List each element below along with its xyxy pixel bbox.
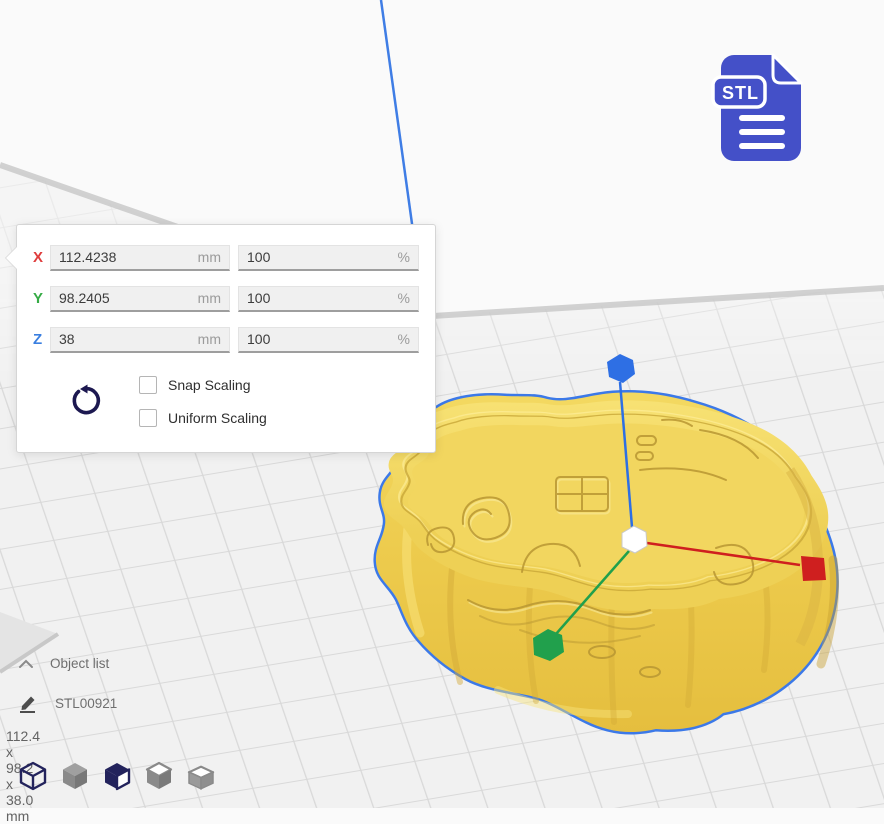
view-icon-wireframe-cube[interactable] [16, 760, 49, 794]
object-list-title: Object list [50, 656, 109, 671]
z-percent-unit: % [398, 331, 410, 347]
chevron-up-icon [18, 658, 34, 670]
z-percent-input[interactable]: 100 % [238, 327, 419, 353]
z-percent-value: 100 [247, 331, 270, 347]
panel-bottom-row: Snap Scaling Uniform Scaling [69, 376, 435, 427]
doc-line-3 [739, 143, 785, 149]
view-icon-solid-cube[interactable] [58, 760, 91, 794]
reset-arrow-icon [69, 384, 103, 418]
x-size-unit: mm [198, 249, 221, 265]
x-percent-input[interactable]: 100 % [238, 245, 419, 271]
x-axis-label: X [33, 249, 50, 266]
y-percent-unit: % [398, 290, 410, 306]
pencil-edit-icon [18, 694, 38, 713]
view-icon-open-top-cube[interactable] [142, 760, 175, 794]
panel-notch [6, 247, 17, 269]
x-axis-row: X 112.4238 mm 100 % [33, 245, 435, 270]
z-size-unit: mm [198, 331, 221, 347]
y-size-input[interactable]: 98.2405 mm [50, 286, 230, 312]
y-size-unit: mm [198, 290, 221, 306]
stl-file-badge: STL [711, 53, 803, 170]
x-size-input[interactable]: 112.4238 mm [50, 245, 230, 271]
z-size-value: 38 [59, 331, 75, 347]
object-name: STL00921 [55, 696, 117, 711]
uniform-scaling-checkbox[interactable]: Uniform Scaling [139, 409, 267, 427]
snap-scaling-label: Snap Scaling [168, 377, 251, 393]
x-size-value: 112.4238 [59, 249, 116, 265]
snap-scaling-checkbox[interactable]: Snap Scaling [139, 376, 267, 394]
object-list-item[interactable]: STL00921 [18, 694, 198, 713]
view-mode-toolbar [16, 760, 217, 794]
y-axis-label: Y [33, 290, 50, 307]
reset-scale-button[interactable] [69, 384, 103, 418]
y-size-value: 98.2405 [59, 290, 110, 306]
doc-line-2 [739, 129, 785, 135]
scale-tool-panel: X 112.4238 mm 100 % Y 98.2405 mm 100 % Z… [16, 224, 436, 453]
x-scale-handle[interactable] [801, 556, 826, 581]
uniform-scaling-label: Uniform Scaling [168, 410, 267, 426]
x-percent-value: 100 [247, 249, 270, 265]
object-list-header[interactable]: Object list [18, 656, 198, 671]
y-axis-row: Y 98.2405 mm 100 % [33, 286, 435, 311]
y-percent-input[interactable]: 100 % [238, 286, 419, 312]
view-icon-open-front-cube[interactable] [100, 760, 133, 794]
z-axis-label: Z [33, 331, 50, 348]
x-percent-unit: % [398, 249, 410, 265]
z-axis-row: Z 38 mm 100 % [33, 327, 435, 352]
stl-label-text: STL [722, 83, 759, 103]
uniform-scaling-box[interactable] [139, 409, 157, 427]
doc-line-1 [739, 115, 785, 121]
snap-scaling-box[interactable] [139, 376, 157, 394]
cura-3d-viewport: { "scale_panel": { "rows": [ {"axis":"X"… [0, 0, 884, 808]
view-icon-flat-lid-cube[interactable] [184, 760, 217, 794]
z-size-input[interactable]: 38 mm [50, 327, 230, 353]
y-percent-value: 100 [247, 290, 270, 306]
